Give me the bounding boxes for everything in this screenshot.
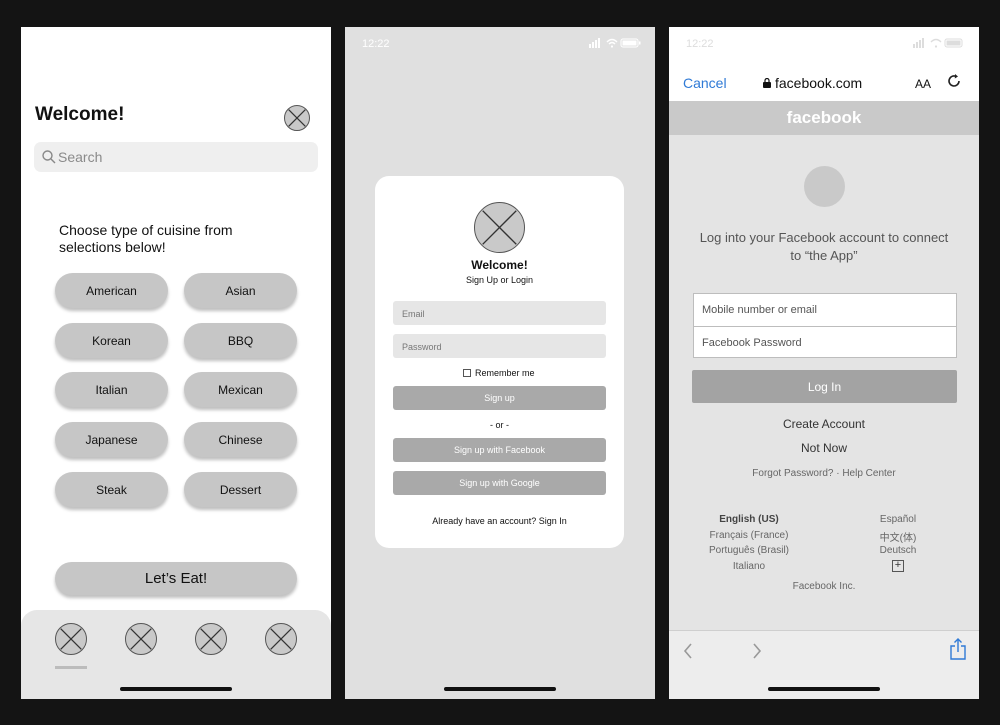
- status-time: 12:22: [686, 38, 714, 50]
- cuisine-bbq-button[interactable]: BBQ: [184, 323, 297, 358]
- cuisine-japanese-button[interactable]: Japanese: [55, 422, 168, 457]
- tab-1-icon[interactable]: [55, 623, 87, 655]
- checkbox-icon: [463, 369, 471, 377]
- email-field[interactable]: Email: [393, 301, 606, 325]
- status-icons: [913, 38, 963, 48]
- signup-screen: 12:22 Welcome! Sign Up or Login Email Pa…: [345, 27, 655, 699]
- cuisine-italian-button[interactable]: Italian: [55, 372, 168, 407]
- language-portuguese[interactable]: Português (Brasil): [689, 545, 809, 556]
- page-title: Welcome!: [35, 104, 125, 125]
- help-links[interactable]: Forgot Password? · Help Center: [669, 468, 979, 479]
- url-text: facebook.com: [775, 75, 863, 91]
- text-size-button[interactable]: AA: [915, 77, 931, 91]
- remember-me-checkbox[interactable]: Remember me: [463, 368, 535, 378]
- forward-icon[interactable]: [751, 643, 763, 659]
- tab-4-icon[interactable]: [265, 623, 297, 655]
- login-form: Mobile number or email Facebook Password: [693, 293, 957, 358]
- cuisine-steak-button[interactable]: Steak: [55, 472, 168, 507]
- cuisine-prompt: Choose type of cuisine from selections b…: [59, 222, 233, 255]
- language-german[interactable]: Deutsch: [859, 545, 937, 556]
- browser-toolbar: 12:22 Cancel facebook.com AA: [669, 27, 979, 101]
- or-divider: - or -: [490, 420, 509, 430]
- signup-facebook-button[interactable]: Sign up with Facebook: [393, 438, 606, 462]
- language-french[interactable]: Français (France): [689, 530, 809, 541]
- password-field[interactable]: Password: [393, 334, 606, 358]
- create-account-link[interactable]: Create Account: [669, 417, 979, 431]
- status-time: 12:22: [362, 38, 390, 50]
- tab-3-icon[interactable]: [195, 623, 227, 655]
- cuisine-korean-button[interactable]: Korean: [55, 323, 168, 358]
- status-bar: 12:22: [345, 27, 655, 51]
- search-icon: [42, 150, 56, 164]
- active-tab-indicator: [55, 666, 87, 669]
- back-icon[interactable]: [682, 643, 694, 659]
- cuisine-chinese-button[interactable]: Chinese: [184, 422, 297, 457]
- language-english[interactable]: English (US): [689, 514, 809, 525]
- cuisine-mexican-button[interactable]: Mexican: [184, 372, 297, 407]
- lock-icon: [763, 78, 771, 88]
- remember-me-label: Remember me: [475, 368, 535, 378]
- cuisine-dessert-button[interactable]: Dessert: [184, 472, 297, 507]
- company-name: Facebook Inc.: [792, 581, 856, 592]
- cuisine-asian-button[interactable]: Asian: [184, 273, 297, 308]
- home-indicator: [444, 687, 556, 691]
- profile-avatar-icon[interactable]: [284, 105, 310, 131]
- share-icon[interactable]: [949, 637, 967, 661]
- tab-2-icon[interactable]: [125, 623, 157, 655]
- lets-eat-button[interactable]: Let’s Eat!: [55, 562, 297, 595]
- sign-in-link[interactable]: Already have an account? Sign In: [375, 516, 624, 526]
- cuisine-screen: Welcome! Search Choose type of cuisine f…: [21, 27, 331, 699]
- avatar: [804, 166, 845, 207]
- url-bar[interactable]: facebook.com: [763, 75, 862, 91]
- cancel-button[interactable]: Cancel: [683, 75, 727, 91]
- status-bar: 12:22: [669, 27, 979, 51]
- facebook-header: facebook: [669, 101, 979, 135]
- login-intro: Log into your Facebook account to connec…: [699, 230, 949, 263]
- signup-google-button[interactable]: Sign up with Google: [393, 471, 606, 495]
- welcome-subtitle: Sign Up or Login: [465, 275, 534, 285]
- home-indicator: [768, 687, 880, 691]
- tab-bar: [21, 610, 331, 699]
- status-icons: [589, 38, 641, 48]
- cuisine-american-button[interactable]: American: [55, 273, 168, 308]
- login-button[interactable]: Log In: [692, 370, 957, 403]
- facebook-logo: facebook: [786, 108, 862, 127]
- signup-button[interactable]: Sign up: [393, 386, 606, 410]
- mobile-email-field[interactable]: Mobile number or email: [694, 294, 956, 326]
- facebook-password-field[interactable]: Facebook Password: [694, 326, 956, 358]
- search-input[interactable]: Search: [34, 142, 318, 172]
- browser-bottom-bar: [669, 630, 979, 699]
- language-italian[interactable]: Italiano: [689, 561, 809, 572]
- language-spanish[interactable]: Español: [859, 514, 937, 525]
- welcome-title: Welcome!: [471, 258, 528, 272]
- more-languages-button[interactable]: +: [892, 560, 904, 572]
- logo-placeholder-icon: [474, 202, 525, 253]
- home-indicator: [120, 687, 232, 691]
- signup-card: Welcome! Sign Up or Login Email Password…: [375, 176, 624, 548]
- search-placeholder: Search: [58, 149, 103, 165]
- reload-icon[interactable]: [946, 73, 962, 89]
- language-chinese[interactable]: 中文(体): [859, 529, 937, 544]
- not-now-link[interactable]: Not Now: [669, 441, 979, 455]
- facebook-login-screen: 12:22 Cancel facebook.com AA facebook Lo…: [669, 27, 979, 699]
